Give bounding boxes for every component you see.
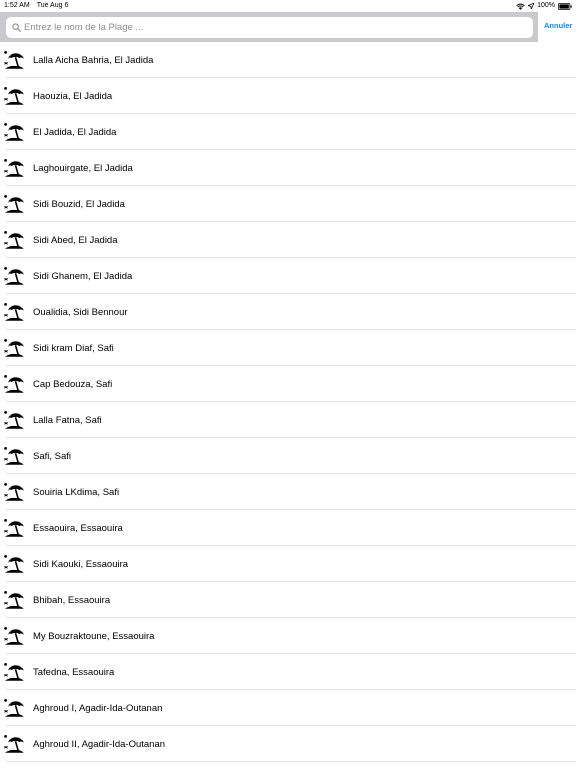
list-item[interactable]: Oualidia, Sidi Bennour bbox=[0, 294, 576, 330]
status-date: Tue Aug 6 bbox=[36, 2, 69, 9]
list-item[interactable]: Aghroud I, Agadir-Ida-Outanan bbox=[0, 690, 576, 726]
beach-umbrella-icon bbox=[3, 230, 25, 250]
cancel-button[interactable]: Annuler bbox=[544, 21, 572, 30]
list-item-label: Bhibah, Essaouira bbox=[33, 594, 111, 606]
list-item-label: Laghouirgate, El Jadida bbox=[33, 162, 133, 174]
list-item[interactable]: Haouzia, El Jadida bbox=[0, 78, 576, 114]
search-field[interactable] bbox=[6, 17, 533, 38]
beach-umbrella-icon bbox=[3, 302, 25, 322]
list-item[interactable]: Lalla Fatna, Safi bbox=[0, 402, 576, 438]
list-item-label: Sidi Bouzid, El Jadida bbox=[33, 198, 125, 210]
beach-umbrella-icon bbox=[3, 50, 25, 70]
search-icon bbox=[12, 23, 21, 32]
list-item[interactable]: Laghouirgate, El Jadida bbox=[0, 150, 576, 186]
search-input[interactable] bbox=[24, 22, 524, 33]
beach-umbrella-icon bbox=[3, 554, 25, 574]
list-item-label: Tafedna, Essaouira bbox=[33, 666, 115, 678]
list-item-label: Sidi Ghanem, El Jadida bbox=[33, 270, 133, 282]
beach-umbrella-icon bbox=[3, 266, 25, 286]
location-arrow-icon bbox=[528, 3, 535, 9]
list-item-label: Cap Bedouza, Safi bbox=[33, 378, 113, 390]
battery-percent: 100% bbox=[537, 2, 555, 9]
beach-umbrella-icon bbox=[3, 626, 25, 646]
status-bar: 1:52 AM Tue Aug 6 100% bbox=[0, 0, 576, 12]
list-item-label: Essaouira, Essaouira bbox=[33, 522, 123, 534]
list-item[interactable]: Lalla Aicha Bahria, El Jadida bbox=[0, 42, 576, 78]
battery-icon bbox=[558, 2, 572, 10]
list-item[interactable]: My Bouzraktoune, Essaouira bbox=[0, 618, 576, 654]
list-item[interactable]: Sidi Ghanem, El Jadida bbox=[0, 258, 576, 294]
list-item[interactable]: Essaouira, Essaouira bbox=[0, 510, 576, 546]
list-item-label: Oualidia, Sidi Bennour bbox=[33, 306, 128, 318]
list-item[interactable]: Cap Bedouza, Safi bbox=[0, 366, 576, 402]
beach-umbrella-icon bbox=[3, 662, 25, 682]
list-item-label: Aghroud I, Agadir-Ida-Outanan bbox=[33, 702, 163, 714]
beach-umbrella-icon bbox=[3, 338, 25, 358]
beach-umbrella-icon bbox=[3, 518, 25, 538]
beach-umbrella-icon bbox=[3, 410, 25, 430]
search-bar bbox=[0, 12, 538, 42]
list-item-label: Sidi Kaouki, Essaouira bbox=[33, 558, 129, 570]
beach-umbrella-icon bbox=[3, 86, 25, 106]
beach-umbrella-icon bbox=[3, 122, 25, 142]
beach-umbrella-icon bbox=[3, 374, 25, 394]
beach-umbrella-icon bbox=[3, 482, 25, 502]
beach-umbrella-icon bbox=[3, 590, 25, 610]
list-item-label: Sidi kram Diaf, Safi bbox=[33, 342, 114, 354]
list-item-label: Lalla Fatna, Safi bbox=[33, 414, 102, 426]
beach-umbrella-icon bbox=[3, 158, 25, 178]
beach-umbrella-icon bbox=[3, 698, 25, 718]
list-item[interactable]: Souiria LKdima, Safi bbox=[0, 474, 576, 510]
beach-umbrella-icon bbox=[3, 446, 25, 466]
list-item[interactable]: El Jadida, El Jadida bbox=[0, 114, 576, 150]
list-item[interactable]: Sidi Kaouki, Essaouira bbox=[0, 546, 576, 582]
list-item[interactable]: Sidi Bouzid, El Jadida bbox=[0, 186, 576, 222]
list-item[interactable]: Safi, Safi bbox=[0, 438, 576, 474]
beach-umbrella-icon bbox=[3, 194, 25, 214]
status-time: 1:52 AM bbox=[4, 2, 30, 9]
beach-umbrella-icon bbox=[3, 734, 25, 754]
list-item[interactable]: Aghroud II, Agadir-Ida-Outanan bbox=[0, 726, 576, 762]
beach-list: Lalla Aicha Bahria, El Jadida Haouzia, E… bbox=[0, 42, 576, 762]
list-item-label: El Jadida, El Jadida bbox=[33, 126, 117, 138]
list-item[interactable]: Tafedna, Essaouira bbox=[0, 654, 576, 690]
list-item-label: Sidi Abed, El Jadida bbox=[33, 234, 118, 246]
list-item[interactable]: Sidi Abed, El Jadida bbox=[0, 222, 576, 258]
wifi-icon bbox=[516, 3, 525, 10]
list-item-label: My Bouzraktoune, Essaouira bbox=[33, 630, 155, 642]
list-item-label: Lalla Aicha Bahria, El Jadida bbox=[33, 54, 154, 66]
list-item-label: Haouzia, El Jadida bbox=[33, 90, 113, 102]
list-item-label: Aghroud II, Agadir-Ida-Outanan bbox=[33, 738, 166, 750]
list-item-label: Souiria LKdima, Safi bbox=[33, 486, 120, 498]
list-item[interactable]: Bhibah, Essaouira bbox=[0, 582, 576, 618]
list-item[interactable]: Sidi kram Diaf, Safi bbox=[0, 330, 576, 366]
list-item-label: Safi, Safi bbox=[33, 450, 72, 462]
